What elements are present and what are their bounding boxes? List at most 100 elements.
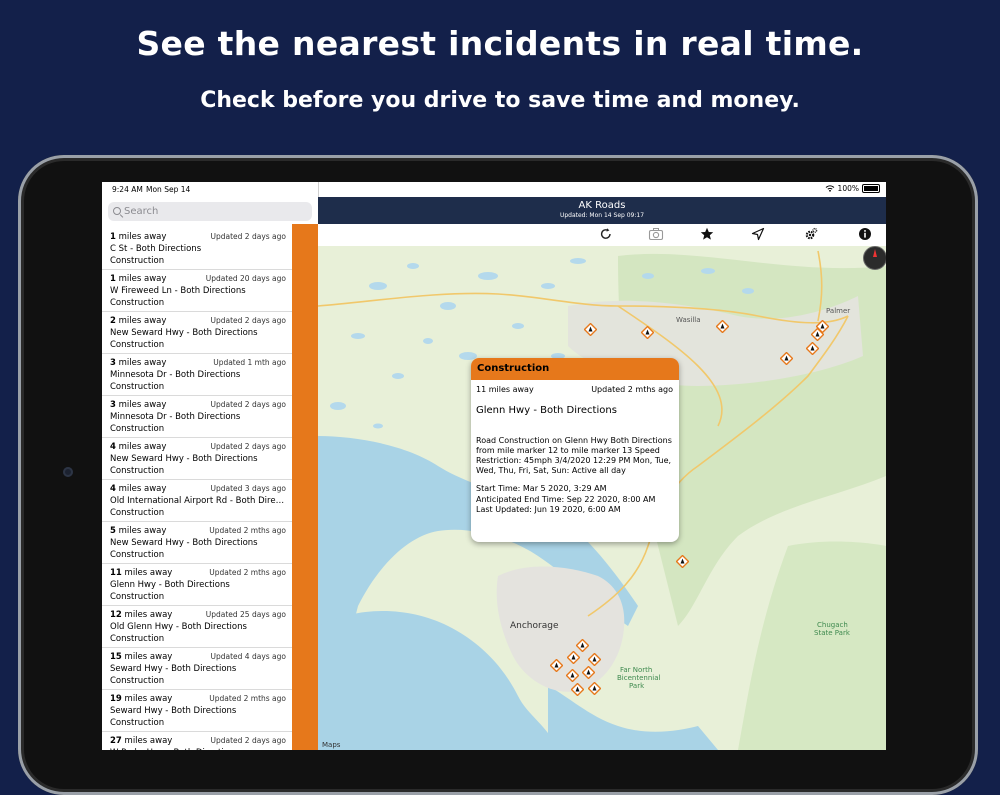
construction-marker-icon[interactable] [675,553,690,569]
construction-marker-icon[interactable] [815,318,830,334]
construction-marker-icon[interactable] [587,651,602,667]
incident-list-item[interactable]: 15 miles away Updated 4 days ago Seward Hw… [102,648,318,690]
incident-road: Glenn Hwy - Both Directions [110,580,230,590]
incident-road: New Seward Hwy - Both Directions [110,538,258,548]
refresh-icon[interactable] [598,227,614,243]
incident-distance: 12 miles away [110,610,173,620]
incident-road: Old Glenn Hwy - Both Directions [110,622,247,632]
construction-marker-icon[interactable] [549,657,564,673]
apple-maps-logo: Maps [322,741,341,749]
incident-distance: 1 miles away [110,274,167,284]
status-date: Mon Sep 14 [146,185,191,194]
incident-distance: 15 miles away [110,652,173,662]
incident-updated: Updated 1 mth ago [213,358,286,367]
incident-road: Minnesota Dr - Both Directions [110,412,241,422]
construction-marker-icon[interactable] [640,324,655,340]
construction-marker-icon[interactable] [583,321,598,337]
incident-list-item[interactable]: 19 miles away Updated 2 mths ago Seward Hw… [102,690,318,732]
incident-category: Construction [110,676,165,686]
incident-list-item[interactable]: 12 miles away Updated 25 days ago Old Glen… [102,606,318,648]
incident-distance: 2 miles away [110,316,167,326]
incident-list-item[interactable]: 5 miles away Updated 2 mths ago New Seward… [102,522,318,564]
incident-updated: Updated 2 days ago [210,736,287,745]
search-input[interactable]: Search [108,202,312,221]
incident-updated: Updated 3 days ago [210,484,287,493]
construction-marker-icon[interactable] [565,667,580,683]
incident-distance: 3 miles away [110,400,167,410]
incident-road: C St - Both Directions [110,244,202,254]
status-time: 9:24 AM [112,185,143,194]
construction-marker-icon[interactable] [570,681,585,697]
incident-road: Old International Airport Rd - Both Dire… [110,496,288,506]
incident-list-item[interactable]: 11 miles away Updated 2 mths ago Glenn Hwy… [102,564,318,606]
settings-gear-icon[interactable] [803,227,819,243]
incident-road: New Seward Hwy - Both Directions [110,328,258,338]
popup-last-updated: Last Updated: Jun 19 2020, 6:00 AM [476,505,621,514]
construction-marker-icon[interactable] [805,340,820,356]
incident-distance: 4 miles away [110,442,167,452]
incident-distance: 1 miles away [110,232,167,242]
construction-marker-icon[interactable] [715,318,730,334]
construction-marker-icon[interactable] [779,350,794,366]
front-camera [63,467,73,477]
incident-updated: Updated 2 days ago [210,442,287,451]
incident-popup[interactable]: Construction 11 miles away Updated 2 mth… [471,358,679,542]
popup-road: Glenn Hwy - Both Directions [476,405,617,416]
incident-updated: Updated 20 days ago [205,274,286,283]
popup-start-time: Start Time: Mar 5 2020, 3:29 AM [476,484,607,493]
nav-bar: AK Roads Updated: Mon 14 Sep 09:17 [318,197,886,224]
incident-updated: Updated 4 days ago [210,652,287,661]
map-label-anchorage: Anchorage [510,621,559,631]
incident-category: Construction [110,592,165,602]
map-label-far-north: Far North [620,666,653,674]
incident-list-item[interactable]: 4 miles away Updated 2 days ago New Seward… [102,438,318,480]
incident-updated: Updated 2 mths ago [209,694,286,703]
incident-category: Construction [110,634,165,644]
incident-list-item[interactable]: 3 miles away Updated 2 days ago Minnesota … [102,396,318,438]
map-label-chugach-state-park: State Park [814,629,850,637]
incident-distance: 19 miles away [110,694,173,704]
incident-list-item[interactable]: 1 miles away Updated 20 days ago W Firewee… [102,270,318,312]
popup-times: Start Time: Mar 5 2020, 3:29 AM Anticipa… [476,484,655,516]
search-placeholder: Search [124,206,159,217]
search-icon [113,207,121,215]
incident-category: Construction [110,718,165,728]
info-icon[interactable] [857,227,873,243]
incident-updated: Updated 2 mths ago [209,526,286,535]
incident-list-item[interactable]: 2 miles away Updated 2 days ago New Seward… [102,312,318,354]
map-toolbar [318,224,886,247]
incident-updated: Updated 2 mths ago [209,568,286,577]
compass-icon[interactable] [863,246,886,270]
incident-distance: 4 miles away [110,484,167,494]
star-icon[interactable] [699,227,715,243]
incident-distance: 5 miles away [110,526,167,536]
incident-list-item[interactable]: 1 miles away Updated 2 days ago C St - Bot… [102,228,318,270]
construction-marker-icon[interactable] [581,664,596,680]
incident-list-item[interactable]: 27 miles awayUpdated 2 days agoW Parks H… [102,732,318,750]
location-arrow-icon[interactable] [750,227,766,243]
camera-icon[interactable] [648,227,664,243]
incident-category: Construction [110,466,165,476]
app-title: AK Roads [578,200,626,211]
incident-list: 1 miles away Updated 2 days ago C St - Bot… [102,228,318,750]
popup-description: Road Construction on Glenn Hwy Both Dire… [476,436,672,475]
popup-header: Construction [471,358,679,380]
marketing-headline: See the nearest incidents in real time. [136,24,864,63]
incident-road: W Fireweed Ln - Both Directions [110,286,246,296]
construction-marker-icon[interactable] [587,680,602,696]
incident-category: Construction [110,424,165,434]
wifi-icon [825,185,834,192]
incident-list-item[interactable]: 4 miles away Updated 3 days ago Old Intern… [102,480,318,522]
incident-list-item[interactable]: 3 miles away Updated 1 mth ago Minnesota D… [102,354,318,396]
list-accent-strip [292,224,318,750]
incident-road: Seward Hwy - Both Directions [110,706,237,716]
incident-distance: 27 miles away [110,736,173,746]
incident-distance: 3 miles away [110,358,167,368]
map-label-palmer: Palmer [826,307,851,315]
incident-category: Construction [110,256,165,266]
popup-distance: 11 miles away [476,385,534,394]
construction-marker-icon[interactable] [566,649,581,665]
incident-distance: 11 miles away [110,568,173,578]
map-label-wasilla: Wasilla [676,316,701,324]
battery-percent: 100% [837,184,859,193]
